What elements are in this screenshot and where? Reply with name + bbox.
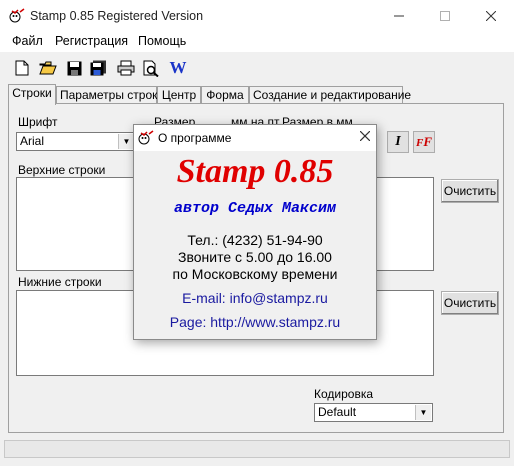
open-folder-icon [39,61,57,75]
about-dialog: О программе Stamp 0.85 автор Седых Макси… [133,124,377,340]
maximize-button[interactable] [422,0,468,32]
tab-strings[interactable]: Строки [8,84,56,105]
about-app-name: Stamp 0.85 [176,153,334,190]
italic-button[interactable]: I [387,131,409,153]
font-effect-button[interactable]: FF [413,131,435,153]
about-phone: Тел.: (4232) 51-94-90 [187,232,323,248]
maximize-icon [440,11,450,21]
encoding-select-value: Default [318,405,357,419]
status-bar [4,440,510,458]
about-page[interactable]: Page: http://www.stampz.ru [134,314,376,330]
menu-file[interactable]: Файл [12,34,43,48]
save-icon [67,61,81,75]
font-select-value: Arial [20,134,45,148]
italic-icon: I [395,134,401,149]
word-export-button[interactable]: W [168,58,188,78]
upper-strings-label: Верхние строки [18,163,106,177]
clear-lower-button[interactable]: Очистить [441,291,499,315]
new-file-button[interactable] [12,58,32,78]
menu-bar: Файл Регистрация Помощь [0,32,514,52]
new-file-icon [15,60,29,76]
open-file-button[interactable] [38,58,58,78]
main-window: Stamp 0.85 Registered Version Файл Регис… [0,0,514,466]
tab-string-params[interactable]: Параметры строк [56,86,157,103]
print-preview-icon [143,60,159,77]
minimize-button[interactable] [376,0,422,32]
chevron-down-icon: ▼ [118,134,134,149]
clear-upper-button[interactable]: Очистить [441,179,499,203]
save-all-icon [90,60,106,76]
print-preview-button[interactable] [141,58,161,78]
tab-shape[interactable]: Форма [201,86,249,103]
font-select[interactable]: Arial ▼ [16,132,136,151]
close-icon [486,11,496,21]
about-dialog-title-bar: О программе [134,125,376,151]
font-effect-icon: FF [415,134,432,149]
about-author: автор Седых Максим [173,200,337,217]
chevron-down-icon: ▼ [415,405,431,420]
lower-strings-label: Нижние строки [18,275,102,289]
minimize-icon [394,15,404,17]
font-label: Шрифт [18,115,58,129]
stamp-app-icon [138,130,154,145]
window-title: Stamp 0.85 Registered Version [30,9,204,23]
about-dialog-close-button[interactable] [359,128,371,146]
about-timezone: по Московскому времени [172,266,338,282]
menu-registration[interactable]: Регистрация [55,34,128,48]
menu-help[interactable]: Помощь [138,34,186,48]
title-bar: Stamp 0.85 Registered Version [0,0,514,32]
word-icon: W [169,58,187,77]
about-hours: Звоните с 5.00 до 16.00 [178,249,332,265]
encoding-label: Кодировка [314,387,374,401]
toolbar: W [0,52,514,82]
save-button[interactable] [64,58,84,78]
tab-center[interactable]: Центр [157,86,201,103]
close-button[interactable] [468,0,514,32]
save-all-button[interactable] [89,58,109,78]
stamp-app-icon [9,8,25,23]
print-button[interactable] [116,58,136,78]
close-icon [359,130,371,142]
tab-create-edit[interactable]: Создание и редактирование [249,86,411,103]
print-icon [117,60,135,76]
about-dialog-title: О программе [158,131,232,145]
encoding-select[interactable]: Default ▼ [314,403,433,422]
about-email[interactable]: E-mail: info@stampz.ru [134,290,376,306]
